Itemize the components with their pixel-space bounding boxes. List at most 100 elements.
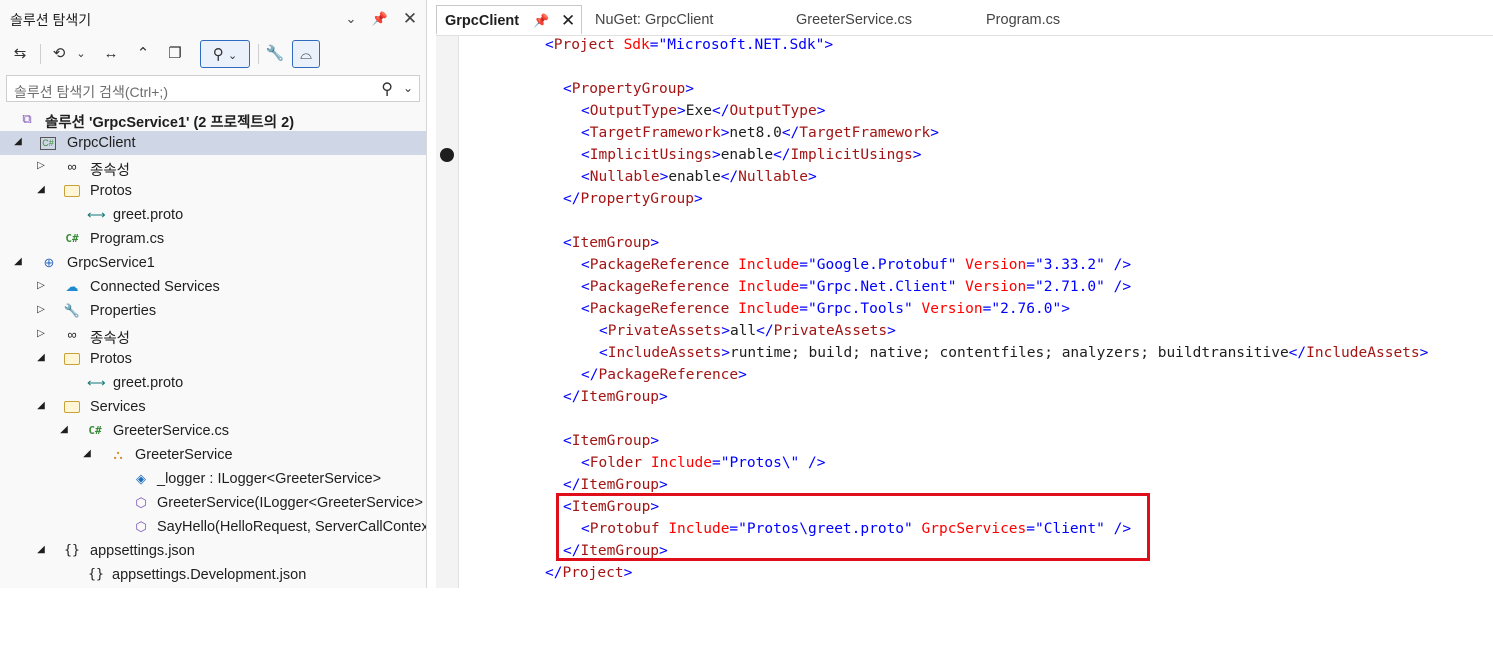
tree-item-label: appsettings.json — [90, 543, 195, 559]
sync-icon[interactable]: ↔ — [100, 40, 122, 68]
code-line[interactable]: <PackageReference Include="Grpc.Tools" V… — [581, 298, 1070, 320]
code-line[interactable]: <PackageReference Include="Grpc.Net.Clie… — [581, 276, 1131, 298]
expanded-arrow-icon[interactable]: ◢ — [12, 135, 24, 149]
filter-button[interactable]: ⚲ ⌄ — [200, 40, 250, 68]
search-placeholder: 솔루션 탐색기 검색(Ctrl+;) — [14, 84, 168, 100]
dependencies-icon: ∞ — [67, 159, 77, 174]
code-token: </ — [545, 565, 563, 581]
code-line[interactable]: <PropertyGroup> — [563, 78, 694, 100]
preview-selected-icon[interactable]: ⌓ — [292, 40, 320, 68]
tree-item-connected-services[interactable]: ▷ ☁ Connected Services — [0, 275, 426, 299]
tree-item-appsettings[interactable]: ◢ {} appsettings.json — [0, 539, 426, 563]
search-icon[interactable]: ⚲ — [381, 79, 393, 99]
expanded-arrow-icon[interactable]: ◢ — [58, 423, 70, 437]
expanded-arrow-icon[interactable]: ◢ — [35, 351, 47, 365]
expanded-arrow-icon[interactable]: ◢ — [35, 543, 47, 557]
tab-greeterservice-cs[interactable]: GreeterService.cs — [796, 5, 912, 35]
code-line[interactable]: </Project> — [545, 562, 632, 584]
solution-explorer-title: 솔루션 탐색기 — [10, 12, 92, 28]
code-line[interactable]: <PrivateAssets>all</PrivateAssets> — [599, 320, 896, 342]
code-line[interactable]: <TargetFramework>net8.0</TargetFramework… — [581, 122, 939, 144]
expanded-arrow-icon[interactable]: ◢ — [35, 399, 47, 413]
tree-item-greeterservice-cs[interactable]: ◢ C# GreeterService.cs — [0, 419, 426, 443]
tree-item-greeterservice-class[interactable]: ◢ ⛬ GreeterService — [0, 443, 426, 467]
tree-item-services-folder[interactable]: ◢ Services — [0, 395, 426, 419]
code-token: > — [816, 103, 826, 119]
tab-grpcclient[interactable]: GrpcClient 📌 ✕ — [436, 5, 582, 35]
collapsed-arrow-icon[interactable]: ▷ — [35, 279, 47, 293]
tree-item-protos-folder[interactable]: ◢ Protos — [0, 347, 426, 371]
close-icon[interactable]: ✕ — [561, 6, 575, 36]
code-token: PropertyGroup — [580, 191, 694, 207]
collapse-all-icon[interactable]: ⌃ — [132, 40, 154, 68]
method-icon: ⬡ — [135, 519, 147, 534]
pin-icon[interactable]: 📌 — [370, 9, 390, 29]
tree-item-greet-proto[interactable]: ⟷ greet.proto — [0, 371, 426, 395]
chevron-down-icon[interactable]: ⌄ — [403, 81, 413, 95]
tree-item-protos-folder[interactable]: ◢ Protos — [0, 179, 426, 203]
code-line[interactable]: <ImplicitUsings>enable</ImplicitUsings> — [581, 144, 922, 166]
code-token: " — [790, 455, 800, 471]
collapsed-arrow-icon[interactable]: ▷ — [35, 327, 47, 341]
code-token: ItemGroup — [580, 477, 660, 493]
code-line[interactable]: <Folder Include="Protos\" /> — [581, 452, 825, 474]
tree-item-properties[interactable]: ▷ 🔧 Properties — [0, 299, 426, 323]
code-token: < — [581, 103, 590, 119]
tree-item-grpcservice1[interactable]: ◢ ⊕ GrpcService1 — [0, 251, 426, 275]
solution-explorer-search[interactable]: 솔루션 탐색기 검색(Ctrl+;) ⚲ ⌄ — [6, 75, 420, 102]
pin-icon[interactable]: 📌 — [533, 6, 549, 36]
history-icon[interactable]: ⟲ — [48, 40, 70, 68]
code-token: ImplicitUsings — [790, 147, 913, 163]
code-line[interactable]: </ItemGroup> — [563, 386, 668, 408]
switch-views-icon[interactable]: ⇆ — [8, 40, 32, 68]
code-token: > — [738, 367, 747, 383]
chevron-down-icon[interactable]: ⌄ — [74, 40, 88, 68]
code-line[interactable]: </PackageReference> — [581, 364, 747, 386]
code-token: > — [623, 565, 633, 581]
collapsed-arrow-icon[interactable]: ▷ — [35, 303, 47, 317]
code-line[interactable]: <Nullable>enable</Nullable> — [581, 166, 817, 188]
code-token: /> — [1104, 257, 1132, 273]
code-token: > — [693, 191, 703, 207]
tree-item-program-cs[interactable]: C# Program.cs — [0, 227, 426, 251]
code-line[interactable]: <PackageReference Include="Google.Protob… — [581, 254, 1131, 276]
breakpoint-icon[interactable] — [440, 148, 454, 162]
wrench-icon[interactable]: 🔧 — [264, 40, 286, 68]
code-token: Version — [965, 279, 1027, 295]
expanded-arrow-icon[interactable]: ◢ — [81, 447, 93, 461]
code-token: PackageReference — [589, 301, 730, 317]
tree-item-logger-field[interactable]: ◈ _logger : ILogger<GreeterService> — [0, 467, 426, 491]
tree-item-label: greet.proto — [113, 207, 184, 223]
editor-gutter[interactable] — [436, 36, 459, 588]
code-line[interactable]: <IncludeAssets>runtime; build; native; c… — [599, 342, 1428, 364]
collapsed-arrow-icon[interactable]: ▷ — [35, 159, 47, 173]
code-token: PropertyGroup — [571, 81, 686, 97]
chevron-down-icon[interactable]: ⌄ — [341, 9, 361, 29]
tab-nuget-grpcclient[interactable]: NuGet: GrpcClient — [595, 5, 713, 35]
tree-item-constructor[interactable]: ⬡ GreeterService(ILogger<GreeterService>… — [0, 491, 426, 515]
tree-item-dependencies[interactable]: ▷ ∞ 종속성 — [0, 155, 426, 179]
tree-item-sayhello-method[interactable]: ⬡ SayHello(HelloRequest, ServerCallConte… — [0, 515, 426, 539]
code-line[interactable]: <ItemGroup> — [563, 232, 659, 254]
code-line[interactable]: <ItemGroup> — [563, 430, 659, 452]
tree-item-dependencies[interactable]: ▷ ∞ 종속성 — [0, 323, 426, 347]
code-token: =" — [1026, 257, 1044, 273]
code-token: </ — [563, 389, 581, 405]
tab-program-cs[interactable]: Program.cs — [986, 5, 1060, 35]
tree-item-grpcclient[interactable]: ◢ C# GrpcClient — [0, 131, 426, 155]
show-all-files-icon[interactable]: ❐ — [164, 40, 186, 68]
tree-item-appsettings-development[interactable]: {} appsettings.Development.json — [0, 563, 426, 587]
expanded-arrow-icon[interactable]: ◢ — [35, 183, 47, 197]
code-line[interactable]: <Project Sdk="Microsoft.NET.Sdk"> — [545, 34, 833, 56]
code-line[interactable]: </PropertyGroup> — [563, 188, 703, 210]
close-icon[interactable]: ✕ — [400, 9, 420, 29]
expanded-arrow-icon[interactable]: ◢ — [12, 255, 24, 269]
tree-item-greet-proto[interactable]: ⟷ greet.proto — [0, 203, 426, 227]
code-line[interactable]: <OutputType>Exe</OutputType> — [581, 100, 826, 122]
tree-item-solution[interactable]: ⧉ 솔루션 'GrpcService1' (2 프로젝트의 2) — [0, 107, 426, 131]
